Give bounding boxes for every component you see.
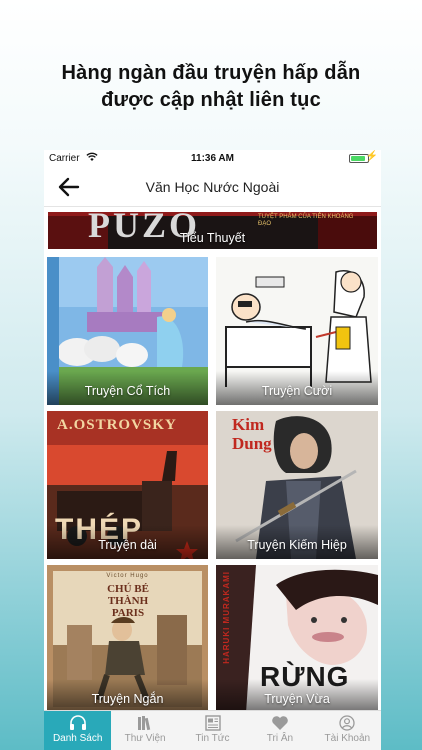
tab-label: Tài Khoản <box>324 733 371 744</box>
category-label: Truyện Ngắn <box>47 679 208 710</box>
category-card-truyen-ngan[interactable]: Victor Hugo CHÚ BÉ THÀNH PARIS Truyện Ng… <box>47 565 208 710</box>
truyen-dai-author-text: A.OSTROVSKY <box>57 417 177 433</box>
newspaper-icon <box>204 715 221 731</box>
truyen-ngan-title-text: CHÚ BÉ THÀNH PARIS <box>107 583 149 619</box>
tieu-thuyet-cover-subtext: TUYỆT PHẨM CỦA TIÊN KHOÁNG ĐẠO <box>258 214 354 227</box>
category-label: Tiểu Thuyết <box>179 231 246 245</box>
heart-icon <box>272 716 288 730</box>
status-bar: Carrier 11:36 AM ⚡ <box>44 150 381 167</box>
tab-danh-sach[interactable]: Danh Sách <box>44 711 112 750</box>
tab-thu-vien[interactable]: Thư Viện <box>111 711 178 750</box>
category-card-tieu-thuyet[interactable]: PUZO TUYỆT PHẨM CỦA TIÊN KHOÁNG ĐẠO Tiểu… <box>48 212 377 249</box>
category-label: Truyện Vừa <box>216 679 378 710</box>
headphones-icon <box>69 715 86 730</box>
category-card-truyen-vua[interactable]: HARUKI MURAKAMI RỪNG Truyện Vừa <box>216 565 378 710</box>
tab-label: Tin Tức <box>195 733 230 744</box>
tab-tin-tuc[interactable]: Tin Tức <box>179 711 246 750</box>
tab-label: Thư Viện <box>124 733 166 744</box>
category-label: Truyện dài <box>47 525 208 559</box>
truyen-ngan-author-text: Victor Hugo <box>106 573 149 579</box>
truyen-vua-author-text: HARUKI MURAKAMI <box>222 571 231 664</box>
category-label: Truyện Kiếm Hiệp <box>216 525 378 559</box>
tab-tai-khoan[interactable]: Tài Khoản <box>314 711 381 750</box>
category-label: Truyện Cổ Tích <box>47 371 208 405</box>
category-card-truyen-dai[interactable]: A.OSTROVSKY THÉP Truyện dài <box>47 411 208 559</box>
category-card-truyen-cuoi[interactable]: Truyện Cười <box>216 257 378 405</box>
tab-tri-an[interactable]: Tri Ân <box>246 711 313 750</box>
navigation-bar: Văn Học Nước Ngoài <box>44 167 381 207</box>
kiem-hiep-author-text: Kim Dung <box>232 415 272 453</box>
category-card-kiem-hiep[interactable]: Kim Dung Truyện Kiếm Hiệp <box>216 411 378 559</box>
tab-bar: Danh Sách Thư Viện Tin Tức Tri Ân Tài Kh… <box>44 710 381 750</box>
books-icon <box>138 716 151 731</box>
category-card-co-tich[interactable]: Truyện Cổ Tích <box>47 257 208 405</box>
phone-screen: Carrier 11:36 AM ⚡ Văn Học Nước Ngoài PU… <box>44 150 381 750</box>
charging-bolt-icon: ⚡ <box>365 151 378 162</box>
promo-headline-line2: được cập nhật liên tục <box>101 89 321 111</box>
tab-label: Danh Sách <box>52 733 103 744</box>
promo-headline: Hàng ngàn đầu truyện hấp dẫn được cập nh… <box>0 60 422 114</box>
promo-headline-line1: Hàng ngàn đầu truyện hấp dẫn <box>61 62 361 84</box>
category-label: Truyện Cười <box>216 371 378 405</box>
page-title: Văn Học Nước Ngoài <box>145 179 280 195</box>
tab-label: Tri Ân <box>266 733 294 744</box>
clock-time: 11:36 AM <box>191 153 234 164</box>
user-icon <box>339 715 355 731</box>
category-grid: PUZO TUYỆT PHẨM CỦA TIÊN KHOÁNG ĐẠO Tiểu… <box>44 208 381 710</box>
